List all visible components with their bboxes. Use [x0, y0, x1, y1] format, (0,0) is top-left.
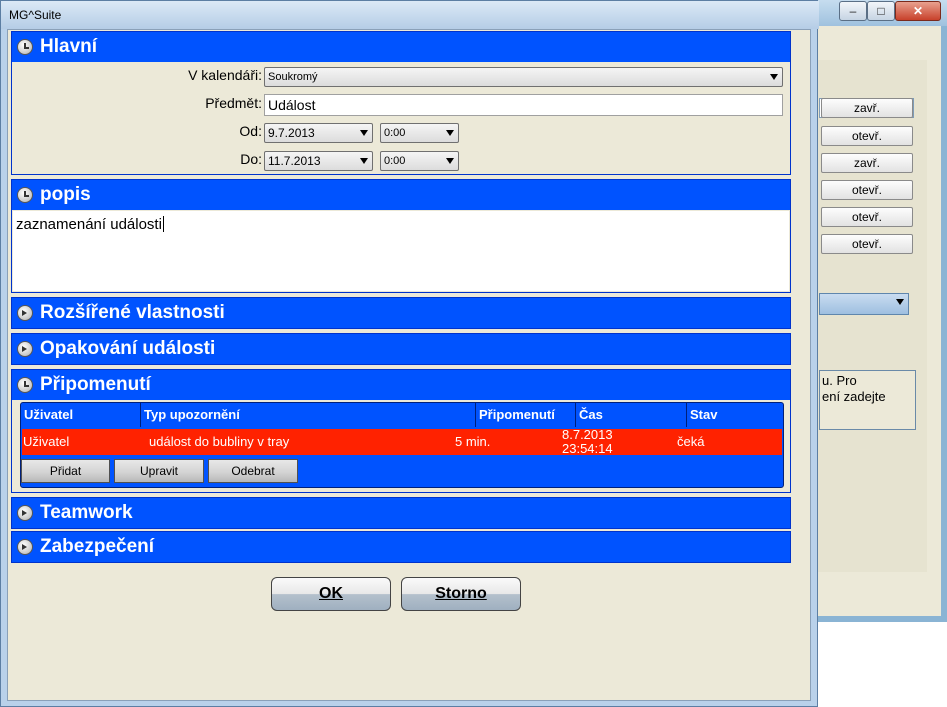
column-header-status[interactable]: Stav [687, 403, 783, 427]
calendar-value: Soukromý [268, 71, 318, 83]
section-reminders-header[interactable]: Připomenutí [12, 370, 790, 400]
description-text: zaznamenání události [16, 216, 162, 233]
chevron-down-icon [360, 130, 368, 136]
section-recurrence: Opakování události [11, 333, 791, 365]
column-header-reminder[interactable]: Připomenutí [476, 403, 576, 427]
maximize-button[interactable]: □ [867, 1, 895, 21]
section-security: Zabezpečení [11, 531, 791, 563]
cell-user: Uživatel [23, 434, 70, 449]
edit-reminder-button[interactable]: Upravit [114, 459, 204, 483]
cell-status: čeká [677, 434, 705, 449]
section-description-content: zaznamenání události [12, 210, 790, 292]
to-date-value: 11.7.2013 [268, 154, 321, 168]
section-security-header[interactable]: Zabezpečení [12, 532, 790, 562]
section-recurrence-header[interactable]: Opakování události [12, 334, 790, 364]
column-header-type[interactable]: Typ upozornění [141, 403, 476, 427]
from-time-value: 0:00 [384, 127, 406, 139]
chevron-down-icon [446, 130, 454, 136]
collapse-icon [17, 39, 33, 55]
background-row-button[interactable]: otevř. [821, 234, 913, 254]
dialog-titlebar[interactable]: MG^Suite [1, 1, 819, 29]
expand-icon [17, 505, 33, 521]
section-title: Opakování události [40, 338, 216, 359]
dialog-title: MG^Suite [9, 8, 62, 22]
section-title: Teamwork [40, 502, 133, 523]
section-title: Připomenutí [40, 374, 151, 395]
chevron-down-icon [360, 158, 368, 164]
column-header-user[interactable]: Uživatel [21, 403, 141, 427]
to-label: Do: [240, 151, 262, 167]
background-text-line: u. Pro [822, 373, 857, 388]
section-reminders-content: Uživatel Typ upozornění Připomenutí Čas … [12, 400, 790, 492]
close-button[interactable]: ✕ [895, 1, 941, 21]
chevron-down-icon [446, 158, 454, 164]
section-title: Hlavní [40, 36, 98, 57]
table-row[interactable]: Uživatel událost do bubliny v tray 5 min… [22, 427, 782, 456]
from-date-value: 9.7.2013 [268, 126, 315, 140]
subject-input[interactable]: Událost [264, 94, 783, 116]
background-row-button[interactable]: otevř. [821, 180, 913, 200]
event-dialog: MG^Suite Hlavní V kalendáři: Soukromý Př… [0, 0, 819, 707]
expand-icon [17, 539, 33, 555]
background-row-button[interactable]: otevř. [821, 126, 913, 146]
subject-label: Předmět: [205, 95, 262, 111]
from-label: Od: [239, 123, 262, 139]
minimize-button[interactable]: – [839, 1, 867, 21]
section-title: Rozšířené vlastnosti [40, 302, 225, 323]
background-text-box: u. Pro ení zadejte [819, 370, 916, 430]
section-title: Zabezpečení [40, 536, 155, 557]
section-description-header[interactable]: popis [12, 180, 790, 210]
cell-time-date: 8.7.2013 [562, 427, 613, 442]
reminders-grid: Uživatel Typ upozornění Připomenutí Čas … [20, 402, 784, 488]
section-reminders: Připomenutí Uživatel Typ upozornění Přip… [11, 369, 791, 493]
ok-button[interactable]: OK [271, 577, 391, 611]
section-teamwork: Teamwork [11, 497, 791, 529]
description-textarea[interactable]: zaznamenání události [13, 211, 789, 291]
background-row-button[interactable]: zavř. [821, 98, 913, 118]
collapse-icon [17, 377, 33, 393]
to-time-value: 0:00 [384, 155, 406, 167]
chevron-down-icon [770, 74, 778, 80]
cancel-button[interactable]: Storno [401, 577, 521, 611]
section-title: popis [40, 184, 91, 205]
section-main-header[interactable]: Hlavní [12, 32, 790, 62]
background-row-button[interactable]: zavř. [821, 153, 913, 173]
cell-time: 8.7.2013 23:54:14 [562, 427, 613, 456]
expand-icon [17, 341, 33, 357]
section-teamwork-header[interactable]: Teamwork [12, 498, 790, 528]
from-date-picker[interactable]: 9.7.2013 [264, 123, 373, 143]
calendar-label: V kalendáři: [188, 67, 262, 83]
background-text-line: ení zadejte [822, 389, 886, 404]
column-header-time[interactable]: Čas [576, 403, 687, 427]
collapse-icon [17, 187, 33, 203]
chevron-down-icon [896, 299, 904, 305]
text-caret [162, 216, 164, 232]
to-date-picker[interactable]: 11.7.2013 [264, 151, 373, 171]
background-dropdown[interactable] [819, 293, 909, 315]
section-extended-header[interactable]: Rozšířené vlastnosti [12, 298, 790, 328]
background-row-button[interactable]: otevř. [821, 207, 913, 227]
calendar-select[interactable]: Soukromý [264, 67, 783, 87]
cell-type: událost do bubliny v tray [149, 434, 290, 449]
to-time-select[interactable]: 0:00 [380, 151, 459, 171]
cell-time-clock: 23:54:14 [562, 441, 613, 456]
expand-icon [17, 305, 33, 321]
add-reminder-button[interactable]: Přidat [21, 459, 110, 483]
cell-reminder: 5 min. [455, 434, 491, 449]
section-extended-properties: Rozšířené vlastnosti [11, 297, 791, 329]
from-time-select[interactable]: 0:00 [380, 123, 459, 143]
section-description: popis zaznamenání události [11, 179, 791, 293]
section-main: Hlavní V kalendáři: Soukromý Předmět: Ud… [11, 31, 791, 175]
remove-reminder-button[interactable]: Odebrat [208, 459, 298, 483]
section-main-content: V kalendáři: Soukromý Předmět: Událost O… [12, 62, 790, 174]
